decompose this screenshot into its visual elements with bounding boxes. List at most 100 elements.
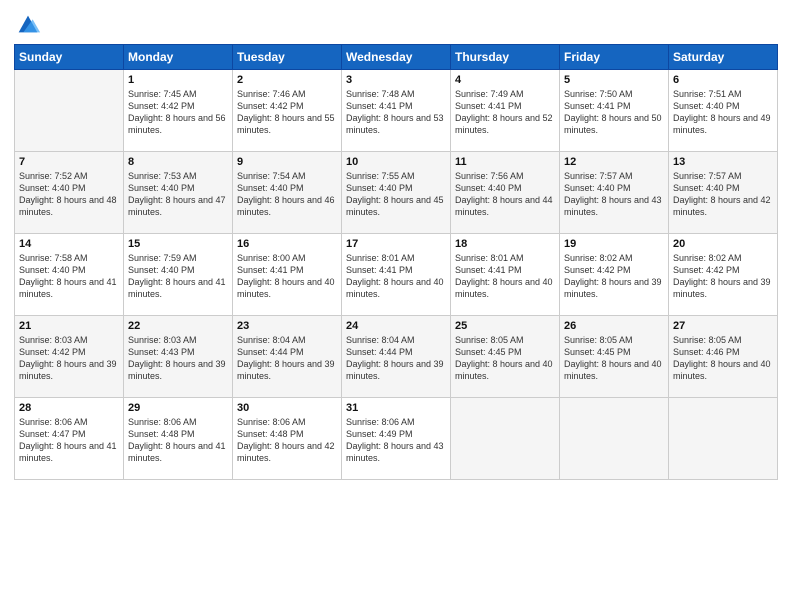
sunrise-text: Sunrise: 7:53 AM xyxy=(128,171,197,181)
sunrise-text: Sunrise: 7:59 AM xyxy=(128,253,197,263)
calendar-week-row: 1Sunrise: 7:45 AMSunset: 4:42 PMDaylight… xyxy=(15,70,778,152)
sunset-text: Sunset: 4:44 PM xyxy=(237,347,304,357)
column-header-saturday: Saturday xyxy=(669,45,778,70)
daylight-text: Daylight: 8 hours and 39 minutes. xyxy=(128,359,226,381)
column-header-sunday: Sunday xyxy=(15,45,124,70)
sunset-text: Sunset: 4:40 PM xyxy=(19,265,86,275)
calendar-cell: 11Sunrise: 7:56 AMSunset: 4:40 PMDayligh… xyxy=(451,152,560,234)
day-number: 24 xyxy=(346,320,446,332)
sunrise-text: Sunrise: 7:49 AM xyxy=(455,89,524,99)
sunrise-text: Sunrise: 7:56 AM xyxy=(455,171,524,181)
sunrise-text: Sunrise: 8:01 AM xyxy=(346,253,415,263)
daylight-text: Daylight: 8 hours and 56 minutes. xyxy=(128,113,226,135)
sunrise-text: Sunrise: 7:55 AM xyxy=(346,171,415,181)
sunrise-text: Sunrise: 8:05 AM xyxy=(455,335,524,345)
sunrise-text: Sunrise: 8:04 AM xyxy=(237,335,306,345)
day-number: 3 xyxy=(346,74,446,86)
calendar-cell: 20Sunrise: 8:02 AMSunset: 4:42 PMDayligh… xyxy=(669,234,778,316)
sunset-text: Sunset: 4:48 PM xyxy=(237,429,304,439)
day-info: Sunrise: 8:04 AMSunset: 4:44 PMDaylight:… xyxy=(237,334,337,383)
calendar-cell: 17Sunrise: 8:01 AMSunset: 4:41 PMDayligh… xyxy=(342,234,451,316)
day-number: 29 xyxy=(128,402,228,414)
sunrise-text: Sunrise: 8:03 AM xyxy=(19,335,88,345)
sunrise-text: Sunrise: 7:58 AM xyxy=(19,253,88,263)
day-number: 26 xyxy=(564,320,664,332)
sunset-text: Sunset: 4:41 PM xyxy=(455,265,522,275)
sunset-text: Sunset: 4:41 PM xyxy=(455,101,522,111)
sunset-text: Sunset: 4:41 PM xyxy=(346,101,413,111)
column-header-tuesday: Tuesday xyxy=(233,45,342,70)
day-number: 30 xyxy=(237,402,337,414)
calendar-header-row: SundayMondayTuesdayWednesdayThursdayFrid… xyxy=(15,45,778,70)
calendar-cell: 28Sunrise: 8:06 AMSunset: 4:47 PMDayligh… xyxy=(15,398,124,480)
sunrise-text: Sunrise: 7:52 AM xyxy=(19,171,88,181)
daylight-text: Daylight: 8 hours and 39 minutes. xyxy=(346,359,444,381)
daylight-text: Daylight: 8 hours and 44 minutes. xyxy=(455,195,553,217)
day-info: Sunrise: 8:02 AMSunset: 4:42 PMDaylight:… xyxy=(564,252,664,301)
page-header xyxy=(14,10,778,38)
day-info: Sunrise: 7:49 AMSunset: 4:41 PMDaylight:… xyxy=(455,88,555,137)
sunset-text: Sunset: 4:40 PM xyxy=(128,183,195,193)
day-number: 4 xyxy=(455,74,555,86)
sunrise-text: Sunrise: 8:06 AM xyxy=(346,417,415,427)
calendar-cell: 24Sunrise: 8:04 AMSunset: 4:44 PMDayligh… xyxy=(342,316,451,398)
sunset-text: Sunset: 4:42 PM xyxy=(564,265,631,275)
daylight-text: Daylight: 8 hours and 45 minutes. xyxy=(346,195,444,217)
sunset-text: Sunset: 4:48 PM xyxy=(128,429,195,439)
day-info: Sunrise: 7:59 AMSunset: 4:40 PMDaylight:… xyxy=(128,252,228,301)
day-info: Sunrise: 7:56 AMSunset: 4:40 PMDaylight:… xyxy=(455,170,555,219)
day-info: Sunrise: 8:05 AMSunset: 4:45 PMDaylight:… xyxy=(455,334,555,383)
daylight-text: Daylight: 8 hours and 40 minutes. xyxy=(455,359,553,381)
sunset-text: Sunset: 4:46 PM xyxy=(673,347,740,357)
calendar-cell: 16Sunrise: 8:00 AMSunset: 4:41 PMDayligh… xyxy=(233,234,342,316)
calendar-cell: 19 Sunrise: 8:02 AMSunset: 4:42 PMDayligh… xyxy=(560,234,669,316)
sunset-text: Sunset: 4:47 PM xyxy=(19,429,86,439)
day-number: 8 xyxy=(128,156,228,168)
day-info: Sunrise: 8:00 AMSunset: 4:41 PMDaylight:… xyxy=(237,252,337,301)
day-number: 2 xyxy=(237,74,337,86)
calendar-week-row: 7Sunrise: 7:52 AMSunset: 4:40 PMDaylight… xyxy=(15,152,778,234)
sunrise-text: Sunrise: 8:05 AM xyxy=(673,335,742,345)
sunrise-text: Sunrise: 7:57 AM xyxy=(673,171,742,181)
calendar-week-row: 14 Sunrise: 7:58 AM Sunset: 4:40 PM Dayligh… xyxy=(15,234,778,316)
calendar-cell: 15 Sunrise: 7:59 AMSunset: 4:40 PMDayligh… xyxy=(124,234,233,316)
day-number: 19 xyxy=(564,238,664,250)
day-number: 31 xyxy=(346,402,446,414)
sunrise-text: Sunrise: 8:06 AM xyxy=(237,417,306,427)
calendar-cell: 25Sunrise: 8:05 AMSunset: 4:45 PMDayligh… xyxy=(451,316,560,398)
calendar-cell: 18Sunrise: 8:01 AMSunset: 4:41 PMDayligh… xyxy=(451,234,560,316)
sunrise-text: Sunrise: 7:46 AM xyxy=(237,89,306,99)
day-number: 17 xyxy=(346,238,446,250)
day-number: 20 xyxy=(673,238,773,250)
day-number: 15 xyxy=(128,238,228,250)
sunset-text: Sunset: 4:42 PM xyxy=(128,101,195,111)
daylight-text: Daylight: 8 hours and 41 minutes. xyxy=(128,277,226,299)
calendar-table: SundayMondayTuesdayWednesdayThursdayFrid… xyxy=(14,44,778,480)
day-info: Sunrise: 7:50 AMSunset: 4:41 PMDaylight:… xyxy=(564,88,664,137)
calendar-cell: 7Sunrise: 7:52 AMSunset: 4:40 PMDaylight… xyxy=(15,152,124,234)
day-number: 14 xyxy=(19,238,119,250)
day-info: Sunrise: 7:46 AMSunset: 4:42 PMDaylight:… xyxy=(237,88,337,137)
day-number: 10 xyxy=(346,156,446,168)
calendar-cell: 2 Sunrise: 7:46 AMSunset: 4:42 PMDaylight… xyxy=(233,70,342,152)
column-header-monday: Monday xyxy=(124,45,233,70)
calendar-week-row: 28Sunrise: 8:06 AMSunset: 4:47 PMDayligh… xyxy=(15,398,778,480)
calendar-cell: 27Sunrise: 8:05 AMSunset: 4:46 PMDayligh… xyxy=(669,316,778,398)
calendar-cell: 26Sunrise: 8:05 AMSunset: 4:45 PMDayligh… xyxy=(560,316,669,398)
calendar-cell: 23Sunrise: 8:04 AMSunset: 4:44 PMDayligh… xyxy=(233,316,342,398)
sunrise-text: Sunrise: 8:06 AM xyxy=(19,417,88,427)
calendar-cell: 29Sunrise: 8:06 AMSunset: 4:48 PMDayligh… xyxy=(124,398,233,480)
sunrise-text: Sunrise: 8:01 AM xyxy=(455,253,524,263)
sunset-text: Sunset: 4:40 PM xyxy=(564,183,631,193)
daylight-text: Daylight: 8 hours and 41 minutes. xyxy=(19,277,117,299)
sunrise-text: Sunrise: 8:05 AM xyxy=(564,335,633,345)
sunset-text: Sunset: 4:44 PM xyxy=(346,347,413,357)
sunrise-text: Sunrise: 8:00 AM xyxy=(237,253,306,263)
calendar-cell: 13Sunrise: 7:57 AMSunset: 4:40 PMDayligh… xyxy=(669,152,778,234)
sunset-text: Sunset: 4:45 PM xyxy=(564,347,631,357)
sunset-text: Sunset: 4:41 PM xyxy=(564,101,631,111)
day-info: Sunrise: 7:57 AMSunset: 4:40 PMDaylight:… xyxy=(564,170,664,219)
day-info: Sunrise: 8:06 AMSunset: 4:48 PMDaylight:… xyxy=(237,416,337,465)
calendar-cell: 14 Sunrise: 7:58 AM Sunset: 4:40 PM Dayligh… xyxy=(15,234,124,316)
day-info: Sunrise: 7:51 AMSunset: 4:40 PMDaylight:… xyxy=(673,88,773,137)
